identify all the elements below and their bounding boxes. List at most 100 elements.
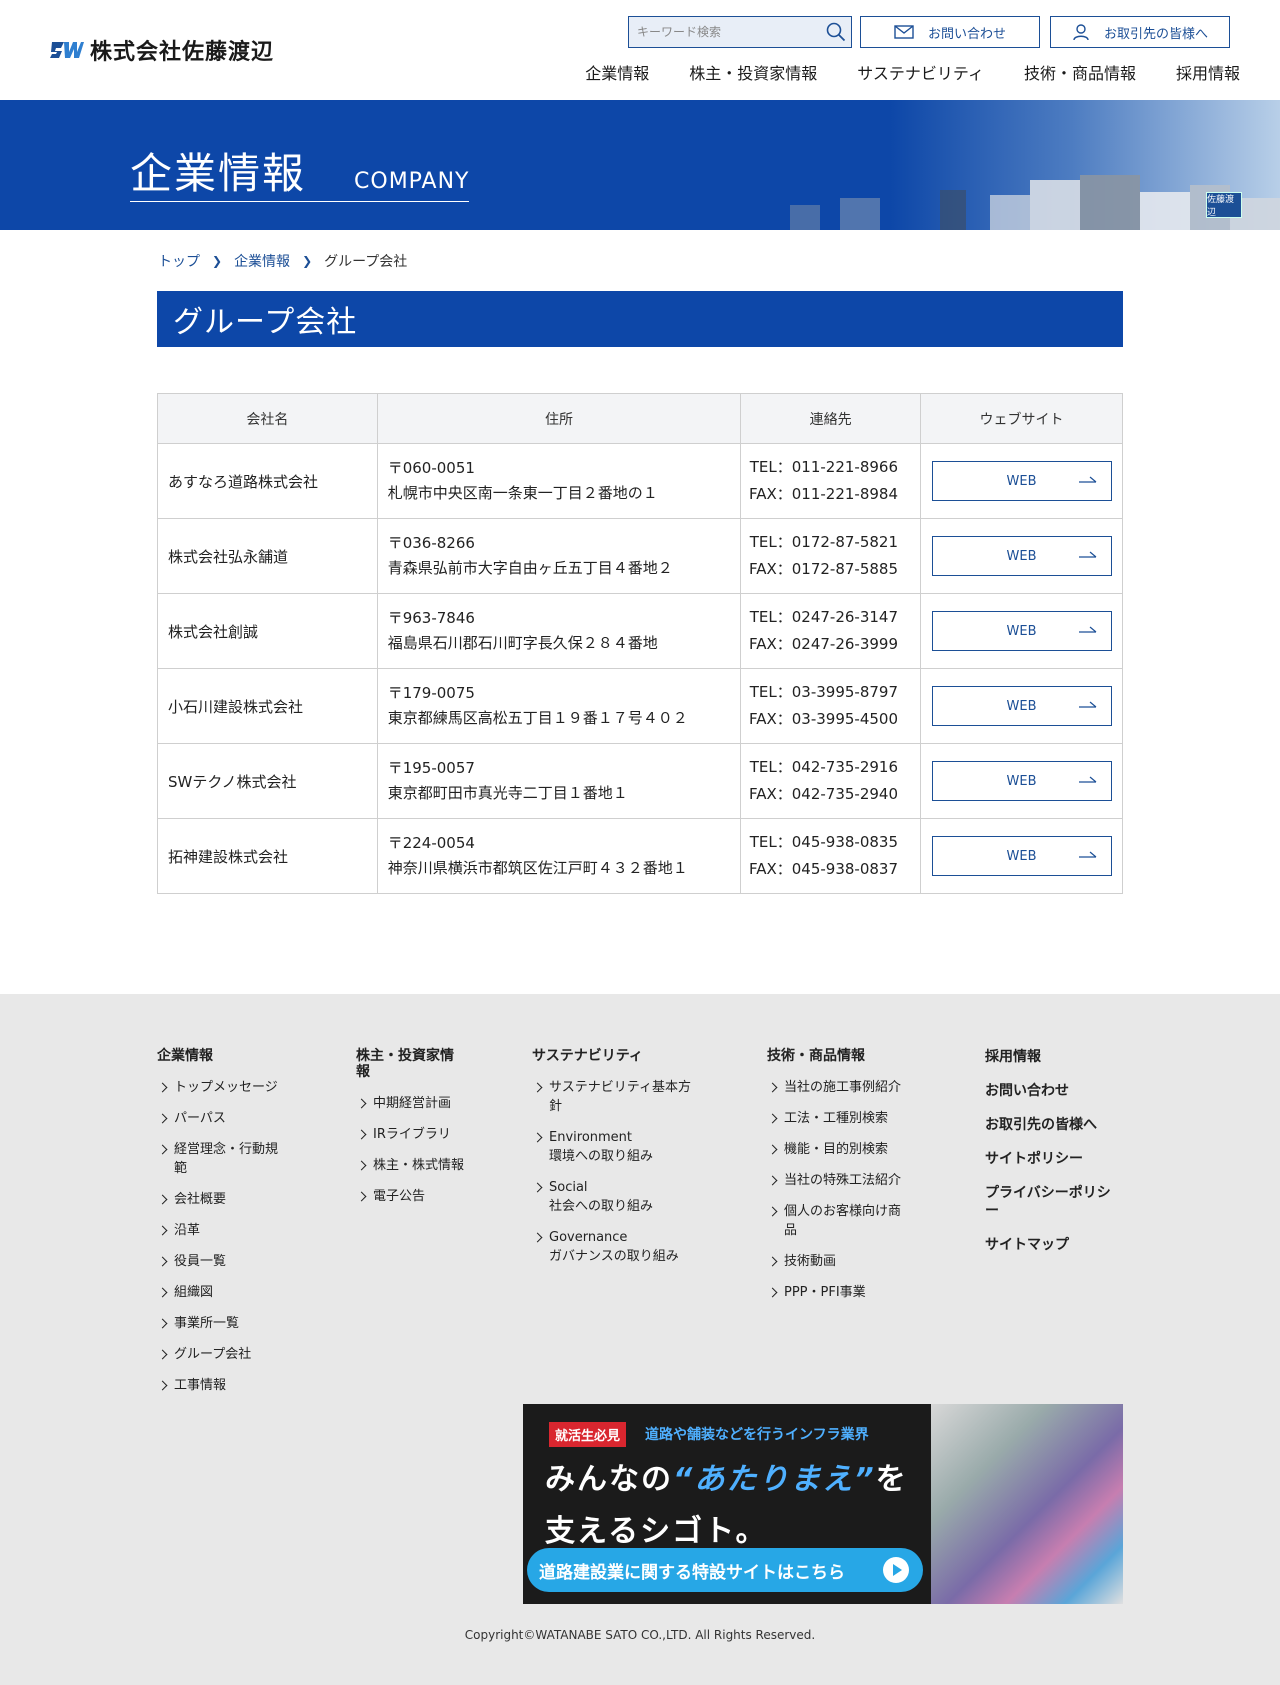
- nav-ir[interactable]: 株主・投資家情報: [689, 60, 817, 84]
- hero-title-jp: 企業情報: [130, 149, 307, 198]
- web-link-button[interactable]: WEB: [931, 686, 1112, 726]
- footer-link[interactable]: 当社の施工事例紹介: [767, 1078, 927, 1097]
- table-row: SWテクノ株式会社 〒195-0057 東京都町田市真光寺二丁目１番地１ TEL：…: [157, 743, 1123, 819]
- address-line: 神奈川県横浜市都筑区佐江戸町４３２番地１: [387, 859, 688, 877]
- footer-col-title[interactable]: サステナビリティ: [532, 1048, 692, 1064]
- company-contact: TEL：045-938-0835 FAX：045-938-0837: [740, 818, 922, 894]
- mail-icon: [894, 25, 914, 39]
- table-row: 株式会社弘永舗道 〒036-8266 青森県弘前市大字自由ヶ丘五丁目４番地２ TE…: [157, 518, 1123, 594]
- page-title: グループ会社: [157, 291, 1123, 347]
- breadcrumb-top[interactable]: トップ: [158, 251, 200, 271]
- hero-sign-board: 佐藤渡辺: [1206, 192, 1242, 218]
- hero-title-en: COMPANY: [354, 169, 470, 194]
- sw-logo-icon: [50, 42, 84, 58]
- footer-link-recruit[interactable]: 採用情報: [985, 1048, 1115, 1066]
- footer-link[interactable]: 工事情報: [157, 1376, 307, 1395]
- crosswalk-illustration-image: [931, 1404, 1123, 1604]
- web-link-button[interactable]: WEB: [931, 761, 1112, 801]
- tel-number: TEL：03-3995-8797: [749, 683, 899, 701]
- header-company-name: 会社名: [157, 393, 378, 444]
- footer-col-technology: 技術・商品情報 当社の施工事例紹介 工法・工種別検索 機能・目的別検索 当社の特…: [767, 1048, 927, 1314]
- footer-link[interactable]: グループ会社: [157, 1345, 307, 1364]
- footer-link[interactable]: Social 社会への取り組み: [532, 1178, 692, 1216]
- fax-number: FAX：045-938-0837: [748, 860, 899, 878]
- banner-cta[interactable]: 道路建設業に関する特設サイトはこちら: [527, 1548, 923, 1592]
- table-row: 拓神建設株式会社 〒224-0054 神奈川県横浜市都筑区佐江戸町４３２番地１ T…: [157, 818, 1123, 894]
- company-website-cell: WEB: [920, 743, 1123, 819]
- footer-link[interactable]: 経営理念・行動規範: [157, 1140, 287, 1178]
- web-link-label: WEB: [1006, 623, 1037, 639]
- zip-code: 〒195-0057: [387, 759, 475, 777]
- footer-link[interactable]: Governance ガバナンスの取り組み: [532, 1228, 692, 1266]
- footer-col-title[interactable]: 株主・投資家情報: [356, 1048, 466, 1080]
- arrow-right-icon: [1078, 551, 1096, 558]
- arrow-right-icon: [1078, 851, 1096, 858]
- zip-code: 〒036-8266: [387, 534, 475, 552]
- contact-button[interactable]: お問い合わせ: [860, 16, 1040, 48]
- partners-button[interactable]: お取引先の皆様へ: [1050, 16, 1230, 48]
- footer-link[interactable]: Environment 環境への取り組み: [532, 1128, 692, 1166]
- footer-link[interactable]: 沿革: [157, 1221, 307, 1240]
- footer-link[interactable]: 組織図: [157, 1283, 307, 1302]
- search-icon[interactable]: [821, 17, 851, 47]
- footer-link[interactable]: パーパス: [157, 1109, 307, 1128]
- nav-sustainability[interactable]: サステナビリティ: [857, 60, 984, 84]
- group-companies-table: 会社名 住所 連絡先 ウェブサイト あすなろ道路株式会社 〒060-0051 札幌…: [157, 393, 1123, 894]
- company-website-cell: WEB: [920, 668, 1123, 744]
- footer-link-site-policy[interactable]: サイトポリシー: [985, 1150, 1115, 1168]
- footer-link[interactable]: IRライブラリ: [356, 1125, 466, 1144]
- footer-link[interactable]: 技術動画: [767, 1252, 927, 1271]
- company-website-cell: WEB: [920, 593, 1123, 669]
- footer-link[interactable]: 事業所一覧: [157, 1314, 307, 1333]
- footer-link[interactable]: 役員一覧: [157, 1252, 307, 1271]
- footer-link[interactable]: 中期経営計画: [356, 1094, 466, 1113]
- footer-link[interactable]: 株主・株式情報: [356, 1156, 466, 1175]
- web-link-button[interactable]: WEB: [931, 536, 1112, 576]
- address-line: 東京都町田市真光寺二丁目１番地１: [387, 784, 628, 802]
- web-link-button[interactable]: WEB: [931, 611, 1112, 651]
- web-link-label: WEB: [1006, 773, 1037, 789]
- footer-link-partners[interactable]: お取引先の皆様へ: [985, 1116, 1115, 1134]
- tel-number: TEL：0247-26-3147: [749, 608, 899, 626]
- web-link-button[interactable]: WEB: [931, 836, 1112, 876]
- zip-code: 〒963-7846: [387, 609, 475, 627]
- footer-link[interactable]: 当社の特殊工法紹介: [767, 1171, 927, 1190]
- footer-link[interactable]: 機能・目的別検索: [767, 1140, 927, 1159]
- address-line: 福島県石川郡石川町字長久保２８４番地: [387, 634, 658, 652]
- footer-link[interactable]: 個人のお客様向け商品: [767, 1202, 912, 1240]
- company-address: 〒963-7846 福島県石川郡石川町字長久保２８４番地: [376, 593, 742, 669]
- footer-link[interactable]: 会社概要: [157, 1190, 307, 1209]
- recruit-banner[interactable]: 就活生必見 道路や舗装などを行うインフラ業界 みんなの“あたりまえ”を 支えるシ…: [523, 1404, 1123, 1604]
- web-link-button[interactable]: WEB: [931, 461, 1112, 501]
- web-link-label: WEB: [1006, 473, 1037, 489]
- footer-col-title[interactable]: 技術・商品情報: [767, 1048, 927, 1064]
- breadcrumb-company[interactable]: 企業情報: [234, 251, 290, 271]
- footer-link-privacy-policy[interactable]: プライバシーポリシー: [985, 1184, 1115, 1220]
- nav-company[interactable]: 企業情報: [585, 60, 649, 84]
- footer-link[interactable]: PPP・PFI事業: [767, 1283, 927, 1302]
- fax-number: FAX：03-3995-4500: [748, 710, 899, 728]
- site-logo[interactable]: 株式会社佐藤渡辺: [50, 36, 275, 65]
- footer-col-title[interactable]: 企業情報: [157, 1048, 307, 1064]
- chevron-right-icon: ❯: [302, 254, 313, 268]
- footer-col-company: 企業情報 トップメッセージ パーパス 経営理念・行動規範 会社概要 沿革 役員一…: [157, 1048, 307, 1407]
- tel-number: TEL：011-221-8966: [749, 458, 899, 476]
- logo-text: 株式会社佐藤渡辺: [90, 40, 275, 65]
- nav-recruit[interactable]: 採用情報: [1176, 60, 1240, 84]
- footer-link[interactable]: サステナビリティ基本方針: [532, 1078, 692, 1116]
- nav-technology[interactable]: 技術・商品情報: [1024, 60, 1136, 84]
- footer-link-contact[interactable]: お問い合わせ: [985, 1082, 1115, 1100]
- copyright: Copyright©WATANABE SATO CO.,LTD. All Rig…: [464, 1628, 816, 1642]
- footer-link[interactable]: 工法・工種別検索: [767, 1109, 927, 1128]
- footer-col-misc: 採用情報 お問い合わせ お取引先の皆様へ サイトポリシー プライバシーポリシー …: [985, 1048, 1115, 1270]
- chevron-right-icon: ❯: [212, 254, 223, 268]
- banner-tag: 就活生必見: [549, 1422, 627, 1447]
- footer-link[interactable]: トップメッセージ: [157, 1078, 307, 1097]
- footer-link-line2: 環境への取り組み: [549, 1149, 654, 1164]
- search-input[interactable]: [629, 17, 821, 47]
- company-website-cell: WEB: [920, 443, 1123, 519]
- footer-link-sitemap[interactable]: サイトマップ: [985, 1236, 1115, 1254]
- fax-number: FAX：0247-26-3999: [748, 635, 899, 653]
- banner-headline-1: みんなの“あたりまえ”を: [545, 1454, 908, 1498]
- footer-link[interactable]: 電子公告: [356, 1187, 466, 1206]
